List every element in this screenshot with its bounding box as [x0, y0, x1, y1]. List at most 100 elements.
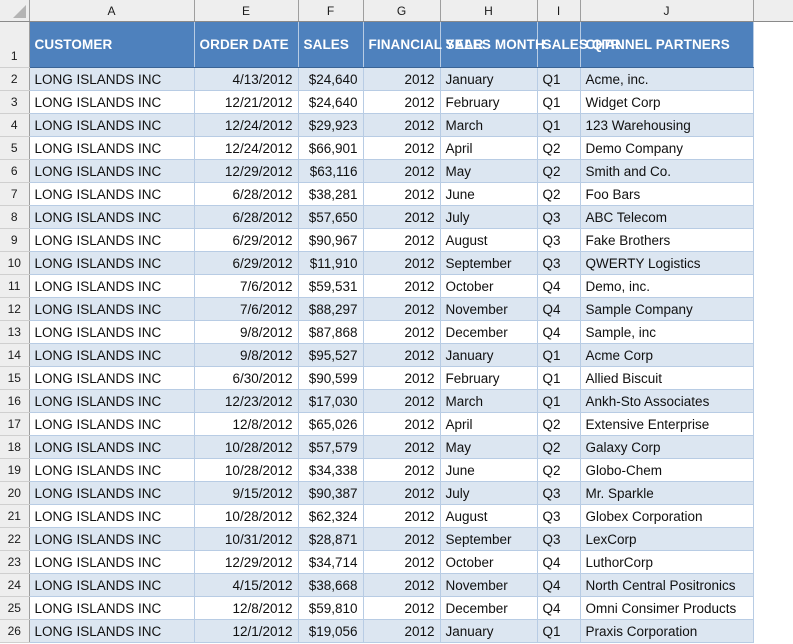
row-number-21[interactable]: 21: [0, 504, 30, 528]
cell-financial-year[interactable]: 2012: [363, 113, 441, 137]
cell-sales[interactable]: $24,640: [298, 67, 364, 91]
cell-channel-partner[interactable]: ABC Telecom: [580, 205, 754, 229]
cell-customer[interactable]: LONG ISLANDS INC: [29, 573, 195, 597]
cell-sales-qtr[interactable]: Q3: [537, 481, 581, 505]
cell-sales-month[interactable]: January: [440, 343, 538, 367]
cell-financial-year[interactable]: 2012: [363, 550, 441, 574]
row-number-12[interactable]: 12: [0, 297, 30, 321]
cell-sales-qtr[interactable]: Q2: [537, 182, 581, 206]
cell-financial-year[interactable]: 2012: [363, 136, 441, 160]
cell-customer[interactable]: LONG ISLANDS INC: [29, 136, 195, 160]
cell-channel-partner[interactable]: QWERTY Logistics: [580, 251, 754, 275]
table-row[interactable]: 15 LONG ISLANDS INC 6/30/2012 $90,599 2012 Fe…: [0, 366, 793, 390]
row-number-6[interactable]: 6: [0, 159, 30, 183]
cell-sales-month[interactable]: July: [440, 481, 538, 505]
cell-customer[interactable]: LONG ISLANDS INC: [29, 389, 195, 413]
table-row[interactable]: 11 LONG ISLANDS INC 7/6/2012 $59,531 2012 Oct…: [0, 274, 793, 298]
cell-order-date[interactable]: 6/30/2012: [194, 366, 299, 390]
row-number-4[interactable]: 4: [0, 113, 30, 137]
cell-customer[interactable]: LONG ISLANDS INC: [29, 67, 195, 91]
cell-sales-month[interactable]: January: [440, 619, 538, 643]
cell-financial-year[interactable]: 2012: [363, 412, 441, 436]
cell-channel-partner[interactable]: Extensive Enterprise: [580, 412, 754, 436]
cell-sales-qtr[interactable]: Q3: [537, 228, 581, 252]
header-cell-order-date[interactable]: ORDER DATE: [194, 21, 299, 68]
cell-sales-qtr[interactable]: Q1: [537, 113, 581, 137]
cell-channel-partner[interactable]: Fake Brothers: [580, 228, 754, 252]
cell-sales[interactable]: $19,056: [298, 619, 364, 643]
cell-customer[interactable]: LONG ISLANDS INC: [29, 527, 195, 551]
row-number-19[interactable]: 19: [0, 458, 30, 482]
cell-sales-qtr[interactable]: Q2: [537, 159, 581, 183]
cell-sales-month[interactable]: November: [440, 297, 538, 321]
cell-sales[interactable]: $38,668: [298, 573, 364, 597]
cell-sales-qtr[interactable]: Q4: [537, 596, 581, 620]
cell-order-date[interactable]: 12/29/2012: [194, 159, 299, 183]
cell-sales-month[interactable]: May: [440, 435, 538, 459]
cell-customer[interactable]: LONG ISLANDS INC: [29, 504, 195, 528]
row-number-1[interactable]: 1: [0, 21, 30, 68]
row-number-15[interactable]: 15: [0, 366, 30, 390]
cell-sales-month[interactable]: October: [440, 274, 538, 298]
cell-sales-month[interactable]: August: [440, 504, 538, 528]
cell-customer[interactable]: LONG ISLANDS INC: [29, 619, 195, 643]
cell-order-date[interactable]: 9/8/2012: [194, 320, 299, 344]
row-number-9[interactable]: 9: [0, 228, 30, 252]
header-cell-customer[interactable]: CUSTOMER: [29, 21, 195, 68]
cell-channel-partner[interactable]: Widget Corp: [580, 90, 754, 114]
cell-sales-qtr[interactable]: Q4: [537, 320, 581, 344]
column-header-g[interactable]: G: [363, 0, 441, 22]
row-number-16[interactable]: 16: [0, 389, 30, 413]
cell-order-date[interactable]: 12/24/2012: [194, 136, 299, 160]
table-row[interactable]: 20 LONG ISLANDS INC 9/15/2012 $90,387 2012 Ju…: [0, 481, 793, 505]
cell-channel-partner[interactable]: Acme Corp: [580, 343, 754, 367]
cell-channel-partner[interactable]: Globo-Chem: [580, 458, 754, 482]
cell-sales[interactable]: $57,579: [298, 435, 364, 459]
cell-sales-month[interactable]: October: [440, 550, 538, 574]
cell-customer[interactable]: LONG ISLANDS INC: [29, 481, 195, 505]
column-header-a[interactable]: A: [29, 0, 195, 22]
cell-financial-year[interactable]: 2012: [363, 182, 441, 206]
cell-sales[interactable]: $11,910: [298, 251, 364, 275]
table-row[interactable]: 14 LONG ISLANDS INC 9/8/2012 $95,527 2012 Jan…: [0, 343, 793, 367]
cell-sales-qtr[interactable]: Q3: [537, 527, 581, 551]
cell-order-date[interactable]: 12/1/2012: [194, 619, 299, 643]
cell-sales-qtr[interactable]: Q2: [537, 435, 581, 459]
cell-sales[interactable]: $65,026: [298, 412, 364, 436]
cell-financial-year[interactable]: 2012: [363, 573, 441, 597]
cell-sales-qtr[interactable]: Q1: [537, 389, 581, 413]
header-cell-sales-month[interactable]: SALES MONTH: [440, 21, 545, 68]
header-cell-channel-partners[interactable]: CHANNEL PARTNERS: [580, 21, 754, 68]
cell-customer[interactable]: LONG ISLANDS INC: [29, 159, 195, 183]
cell-sales[interactable]: $38,281: [298, 182, 364, 206]
cell-customer[interactable]: LONG ISLANDS INC: [29, 251, 195, 275]
header-cell-sales-qtr[interactable]: SALES QTR: [537, 21, 621, 68]
cell-channel-partner[interactable]: Acme, inc.: [580, 67, 754, 91]
cell-sales[interactable]: $34,338: [298, 458, 364, 482]
row-number-13[interactable]: 13: [0, 320, 30, 344]
cell-sales-qtr[interactable]: Q4: [537, 274, 581, 298]
cell-financial-year[interactable]: 2012: [363, 619, 441, 643]
cell-sales[interactable]: $88,297: [298, 297, 364, 321]
cell-sales[interactable]: $90,387: [298, 481, 364, 505]
table-row[interactable]: 21 LONG ISLANDS INC 10/28/2012 $62,324 2012 A…: [0, 504, 793, 528]
cell-sales[interactable]: $63,116: [298, 159, 364, 183]
cell-sales[interactable]: $90,599: [298, 366, 364, 390]
cell-customer[interactable]: LONG ISLANDS INC: [29, 90, 195, 114]
cell-customer[interactable]: LONG ISLANDS INC: [29, 205, 195, 229]
cell-sales[interactable]: $59,531: [298, 274, 364, 298]
table-row[interactable]: 13 LONG ISLANDS INC 9/8/2012 $87,868 2012 Dec…: [0, 320, 793, 344]
table-row[interactable]: 8 LONG ISLANDS INC 6/28/2012 $57,650 2012 Jul…: [0, 205, 793, 229]
cell-order-date[interactable]: 7/6/2012: [194, 297, 299, 321]
table-row[interactable]: 25 LONG ISLANDS INC 12/8/2012 $59,810 2012 De…: [0, 596, 793, 620]
header-cell-financial-year[interactable]: FINANCIAL YEAR: [363, 21, 483, 68]
cell-financial-year[interactable]: 2012: [363, 67, 441, 91]
cell-sales[interactable]: $24,640: [298, 90, 364, 114]
cell-sales[interactable]: $59,810: [298, 596, 364, 620]
cell-sales-qtr[interactable]: Q3: [537, 205, 581, 229]
cell-order-date[interactable]: 12/21/2012: [194, 90, 299, 114]
cell-order-date[interactable]: 10/28/2012: [194, 504, 299, 528]
cell-sales-month[interactable]: September: [440, 251, 538, 275]
cell-sales-month[interactable]: April: [440, 412, 538, 436]
cell-order-date[interactable]: 10/28/2012: [194, 435, 299, 459]
